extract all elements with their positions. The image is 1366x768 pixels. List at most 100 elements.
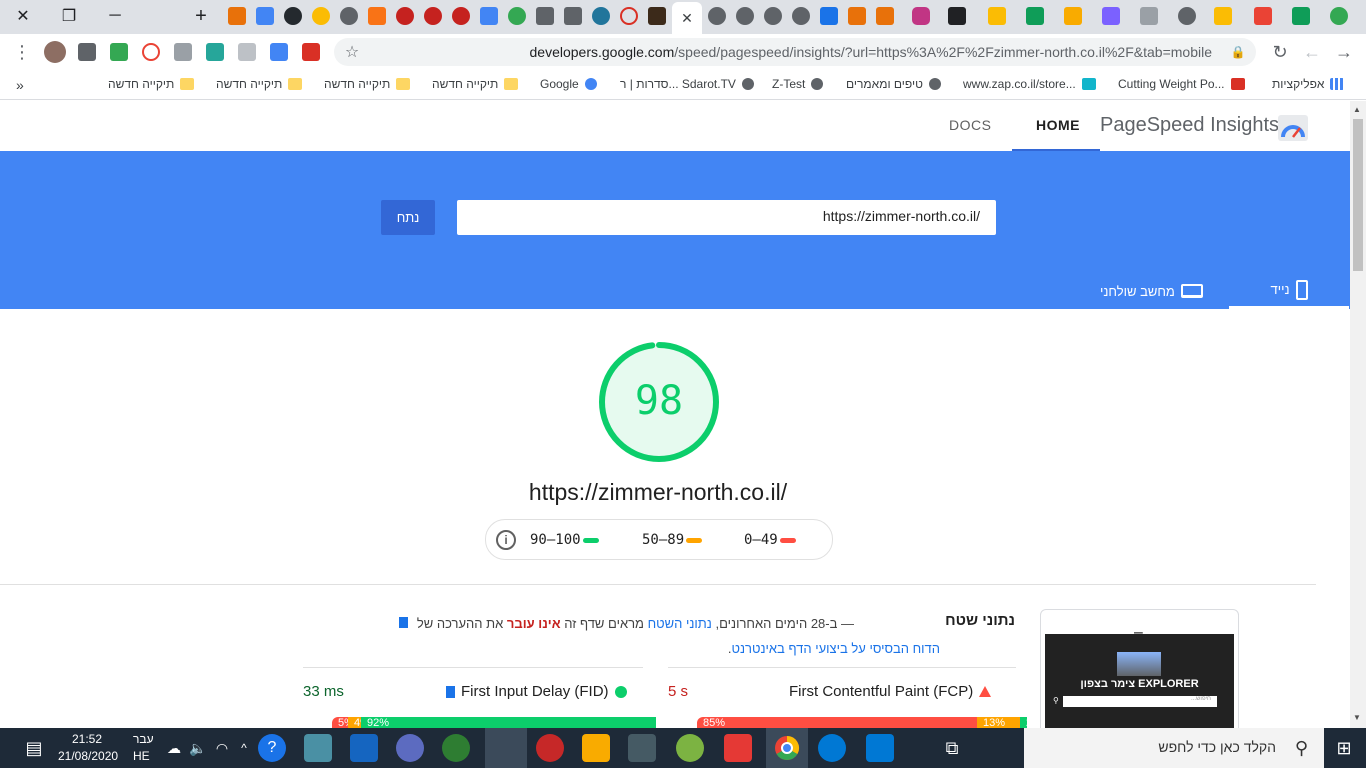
bookmark-folder[interactable]: תיקייה חדשה bbox=[216, 77, 303, 91]
tab-favicon-icon[interactable] bbox=[876, 7, 894, 25]
new-tab-icon[interactable]: + bbox=[178, 0, 224, 32]
tray-expand-icon[interactable]: ^ bbox=[230, 734, 258, 762]
restore-window-icon[interactable]: ❐ bbox=[46, 0, 92, 32]
bookmark-folder[interactable]: תיקייה חדשה bbox=[108, 77, 195, 91]
tab-sheets-icon[interactable] bbox=[1292, 7, 1310, 25]
tab-yoast-icon[interactable] bbox=[424, 7, 442, 25]
taskbar-app-icon[interactable] bbox=[304, 734, 332, 762]
url-input[interactable]: https://zimmer-north.co.il/ bbox=[457, 200, 996, 235]
reload-icon[interactable]: ↻ bbox=[1270, 42, 1290, 62]
taskbar-app-active[interactable] bbox=[485, 728, 527, 768]
close-window-icon[interactable]: ✕ bbox=[0, 0, 46, 32]
page-scrollbar[interactable]: ▲ ▼ bbox=[1350, 101, 1366, 728]
tab-github-icon[interactable] bbox=[284, 7, 302, 25]
tab-favicon-icon[interactable] bbox=[1178, 7, 1196, 25]
bookmark-zap[interactable]: www.zap.co.il/store... bbox=[963, 77, 1096, 91]
field-data-link[interactable]: נתוני השטח bbox=[648, 616, 712, 631]
bookmark-folder[interactable]: תיקייה חדשה bbox=[432, 77, 519, 91]
taskbar-app-icon[interactable] bbox=[350, 734, 378, 762]
tab-favicon-icon[interactable] bbox=[312, 7, 330, 25]
extension-icon[interactable] bbox=[270, 43, 288, 61]
store-icon[interactable] bbox=[866, 734, 894, 762]
tab-desktop[interactable]: מחשב שולחני bbox=[1100, 273, 1203, 309]
tab-wordpress-icon[interactable] bbox=[592, 7, 610, 25]
taskbar-app-icon[interactable] bbox=[396, 734, 424, 762]
extension-icon[interactable] bbox=[206, 43, 224, 61]
tab-favicon-icon[interactable] bbox=[340, 7, 358, 25]
tab-favicon-icon[interactable] bbox=[620, 7, 638, 25]
tab-favicon-icon[interactable] bbox=[1214, 7, 1232, 25]
tab-favicon-icon[interactable] bbox=[536, 7, 554, 25]
tab-yoast-icon[interactable] bbox=[396, 7, 414, 25]
taskbar-app-icon[interactable] bbox=[724, 734, 752, 762]
lock-icon[interactable]: 🔒 bbox=[1228, 42, 1248, 62]
scrollbar-thumb[interactable] bbox=[1353, 119, 1363, 271]
tab-favicon-icon[interactable] bbox=[564, 7, 582, 25]
brand-title[interactable]: PageSpeed Insights bbox=[1100, 114, 1279, 137]
tab-sheets-icon[interactable] bbox=[1026, 7, 1044, 25]
tab-analytics-icon[interactable] bbox=[1064, 7, 1082, 25]
extension-icon[interactable] bbox=[174, 43, 192, 61]
profile-avatar[interactable] bbox=[44, 41, 66, 63]
active-tab-close-icon[interactable]: ✕ bbox=[672, 2, 702, 34]
tab-favicon-icon[interactable] bbox=[256, 7, 274, 25]
minimize-window-icon[interactable]: ─ bbox=[92, 0, 138, 32]
bookmark-z-test[interactable]: Z-Test bbox=[772, 77, 824, 91]
taskbar-app-icon[interactable] bbox=[676, 734, 704, 762]
tab-favicon-icon[interactable] bbox=[848, 7, 866, 25]
tab-favicon-icon[interactable] bbox=[1330, 7, 1348, 25]
tab-favicon-icon[interactable] bbox=[764, 7, 782, 25]
taskbar-app-icon[interactable] bbox=[536, 734, 564, 762]
bookmark-tips[interactable]: טיפים ומאמרים bbox=[846, 77, 941, 91]
calculator-icon[interactable] bbox=[628, 734, 656, 762]
bookmark-apps[interactable]: אפליקציות bbox=[1272, 77, 1345, 91]
tab-mobile[interactable]: נייד bbox=[1229, 273, 1349, 309]
analyze-button[interactable]: נתח bbox=[381, 200, 435, 235]
tab-favicon-icon[interactable] bbox=[948, 7, 966, 25]
taskbar-app-icon[interactable] bbox=[442, 734, 470, 762]
tab-gmail-icon[interactable] bbox=[1254, 7, 1272, 25]
help-icon[interactable]: ? bbox=[258, 734, 286, 762]
tab-favicon-icon[interactable] bbox=[508, 7, 526, 25]
tab-instagram-icon[interactable] bbox=[912, 7, 930, 25]
tab-favicon-icon[interactable] bbox=[736, 7, 754, 25]
extension-icon[interactable] bbox=[238, 43, 256, 61]
bookmark-star-icon[interactable]: ☆ bbox=[342, 42, 362, 62]
nav-docs[interactable]: DOCS bbox=[949, 117, 991, 133]
bookmarks-overflow-icon[interactable]: » bbox=[16, 77, 24, 93]
tab-favicon-icon[interactable] bbox=[228, 7, 246, 25]
windows-start-icon[interactable]: ⊞ bbox=[1330, 734, 1358, 762]
extension-icon[interactable] bbox=[142, 43, 160, 61]
language-bottom[interactable]: HE bbox=[133, 749, 150, 763]
core-web-vitals-link[interactable]: הדוח הבסיסי על ביצועי הדף באינטרנט bbox=[731, 641, 940, 656]
extension-icon[interactable] bbox=[110, 43, 128, 61]
tab-docs-icon[interactable] bbox=[480, 7, 498, 25]
more-menu-icon[interactable]: ⋮ bbox=[12, 42, 32, 62]
clock-time[interactable]: 21:52 bbox=[72, 732, 102, 746]
address-bar[interactable]: ☆ developers.google.com/speed/pagespeed/… bbox=[334, 38, 1256, 66]
tab-favicon-icon[interactable] bbox=[820, 7, 838, 25]
scroll-up-arrow-icon[interactable]: ▲ bbox=[1353, 105, 1361, 114]
tab-favicon-icon[interactable] bbox=[368, 7, 386, 25]
extension-icon[interactable] bbox=[302, 43, 320, 61]
tab-drive-icon[interactable] bbox=[988, 7, 1006, 25]
bookmark-cutting-weight[interactable]: Cutting Weight Po... bbox=[1118, 77, 1245, 91]
extensions-puzzle-icon[interactable] bbox=[78, 43, 96, 61]
language-top[interactable]: עבר bbox=[133, 732, 154, 746]
address-url[interactable]: developers.google.com/speed/pagespeed/in… bbox=[530, 44, 1213, 60]
tab-favicon-icon[interactable] bbox=[1102, 7, 1120, 25]
taskbar-search[interactable]: הקלד כאן כדי לחפש ⚲ bbox=[1024, 728, 1324, 768]
forward-icon[interactable]: ← bbox=[1302, 42, 1322, 62]
edge-icon[interactable] bbox=[818, 734, 846, 762]
tab-favicon-icon[interactable] bbox=[708, 7, 726, 25]
back-icon[interactable]: → bbox=[1334, 42, 1354, 62]
task-view-icon[interactable]: ⧉ bbox=[938, 734, 966, 762]
clock-date[interactable]: 21/08/2020 bbox=[58, 749, 118, 763]
nav-home-tab[interactable]: HOME bbox=[1012, 101, 1100, 151]
file-explorer-icon[interactable] bbox=[582, 734, 610, 762]
tab-favicon-icon[interactable] bbox=[792, 7, 810, 25]
scroll-down-arrow-icon[interactable]: ▼ bbox=[1353, 713, 1361, 722]
tab-favicon-icon[interactable] bbox=[648, 7, 666, 25]
tab-favicon-icon[interactable] bbox=[1140, 7, 1158, 25]
tab-yoast-icon[interactable] bbox=[452, 7, 470, 25]
